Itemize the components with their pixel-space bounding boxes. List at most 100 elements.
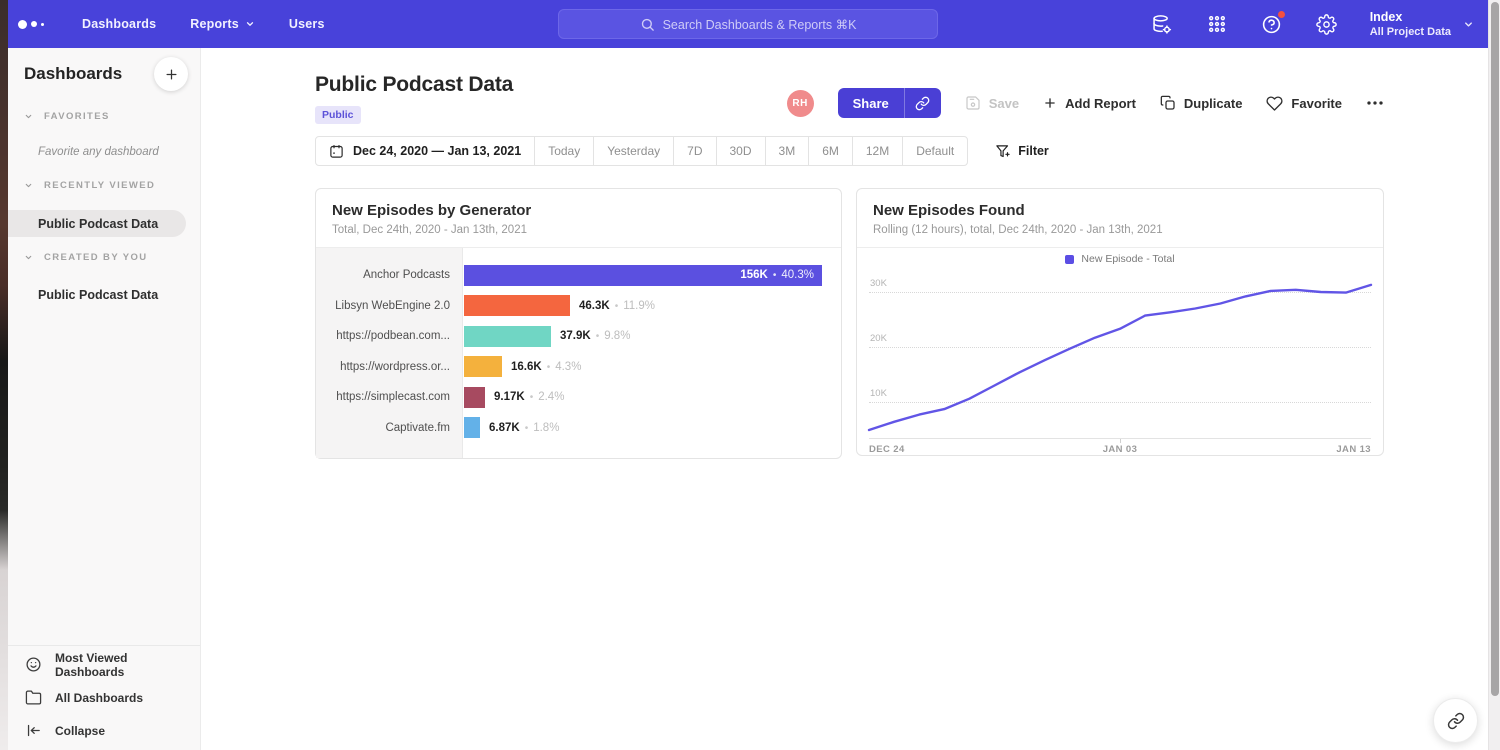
date-range-picker[interactable]: Dec 24, 2020 — Jan 13, 2021 [315,136,535,166]
sidebar: Dashboards FAVORITES Favorite any dashbo… [8,48,201,750]
preset-6m[interactable]: 6M [808,136,853,166]
sidebar-section-recently-viewed[interactable]: RECENTLY VIEWED [24,180,155,191]
bar[interactable] [464,417,480,438]
chevron-down-icon [24,181,33,190]
line-chart-card: New Episodes Found Rolling (12 hours), t… [856,188,1384,456]
share-label: Share [838,88,904,118]
chevron-down-icon [24,253,33,262]
chevron-down-icon [1463,19,1474,30]
topbar-actions: Index All Project Data [1144,6,1474,42]
section-label: CREATED BY YOU [44,252,148,263]
bar-category-label: https://podbean.com... [316,330,463,342]
main-content: Public Podcast Data Public RH Share Save… [201,48,1488,750]
page-title: Public Podcast Data [315,73,513,97]
line-chart: New Episode - Total 30K 20K 10K DEC 24 J… [857,248,1383,455]
most-viewed-dashboards-button[interactable]: Most Viewed Dashboards [8,648,200,681]
collapse-sidebar-button[interactable]: Collapse [8,714,200,747]
bar[interactable] [464,387,485,408]
data-sources-icon[interactable] [1144,6,1180,42]
bar-category-label: Captivate.fm [316,422,463,434]
header-actions: RH Share Save Add Report Duplicate [787,88,1384,118]
bar[interactable] [464,356,502,377]
search-icon [640,17,655,32]
preset-30d[interactable]: 30D [716,136,766,166]
bar-category-label: Libsyn WebEngine 2.0 [316,300,463,312]
footer-item-label: Collapse [55,724,105,738]
section-label: FAVORITES [44,111,110,122]
trend-line-svg [869,273,1371,439]
sidebar-section-favorites[interactable]: FAVORITES [24,111,110,122]
save-icon [965,95,981,111]
preset-yesterday[interactable]: Yesterday [593,136,674,166]
folder-icon [25,689,42,706]
scrollbar-track[interactable] [1488,0,1500,750]
help-icon[interactable] [1254,6,1290,42]
share-button[interactable]: Share [838,88,941,118]
app-logo-icon[interactable] [18,20,58,29]
chart-subtitle: Total, Dec 24th, 2020 - Jan 13th, 2021 [332,224,825,236]
bar-row: Libsyn WebEngine 2.0 46.3K11.9% [316,291,841,322]
workspace-switcher[interactable]: Index All Project Data [1370,10,1474,39]
all-dashboards-button[interactable]: All Dashboards [8,681,200,714]
workspace-name: Index [1370,10,1451,25]
duplicate-icon [1160,95,1176,111]
bar-row: Captivate.fm 6.87K1.8% [316,413,841,444]
nav-users-label: Users [289,17,325,31]
add-dashboard-button[interactable] [154,57,188,91]
top-nav: Dashboards Reports Users [82,17,325,31]
bar-category-label: https://wordpress.or... [316,361,463,373]
section-label: RECENTLY VIEWED [44,180,155,191]
sidebar-item-label: Public Podcast Data [38,217,158,231]
settings-gear-icon[interactable] [1309,6,1345,42]
preset-default[interactable]: Default [902,136,968,166]
share-link-button[interactable] [905,88,941,118]
preset-12m[interactable]: 12M [852,136,903,166]
save-button[interactable]: Save [965,95,1019,111]
scrollbar-thumb[interactable] [1491,2,1499,696]
duplicate-button[interactable]: Duplicate [1160,95,1243,111]
bar[interactable] [464,326,551,347]
bar-row: Anchor Podcasts 156K40.3% [316,260,841,291]
notification-badge [1277,10,1286,19]
filter-funnel-icon [995,144,1010,159]
nav-reports[interactable]: Reports [190,17,255,31]
favorite-button[interactable]: Favorite [1266,95,1342,112]
apps-grid-icon[interactable] [1199,6,1235,42]
link-icon [915,96,930,111]
preset-3m[interactable]: 3M [765,136,810,166]
trend-line [869,285,1371,430]
more-dots-icon [1366,94,1384,112]
bar-row: https://podbean.com... 37.9K9.8% [316,321,841,352]
search-placeholder: Search Dashboards & Reports ⌘K [663,17,857,32]
bar-category-label: https://simplecast.com [316,391,463,403]
footer-item-label: All Dashboards [55,691,143,705]
more-options-button[interactable] [1366,94,1384,112]
preset-7d[interactable]: 7D [673,136,716,166]
sidebar-item-public-podcast-data-selected[interactable]: Public Podcast Data [8,210,186,237]
legend-swatch [1065,255,1074,264]
filter-button[interactable]: Filter [995,136,1049,166]
link-icon [1447,712,1465,730]
nav-reports-label: Reports [190,17,239,31]
nav-dashboards-label: Dashboards [82,17,156,31]
date-controls: Dec 24, 2020 — Jan 13, 2021 Today Yester… [315,136,1049,166]
nav-dashboards[interactable]: Dashboards [82,17,156,31]
nav-users[interactable]: Users [289,17,325,31]
save-label: Save [989,96,1019,111]
sidebar-section-created-by-you[interactable]: CREATED BY YOU [24,252,148,263]
add-report-label: Add Report [1065,96,1136,111]
sidebar-title: Dashboards [24,64,122,84]
search-input[interactable]: Search Dashboards & Reports ⌘K [558,9,938,39]
calendar-icon [329,144,344,159]
bar[interactable] [464,295,570,316]
avatar[interactable]: RH [787,90,814,117]
chevron-down-icon [24,112,33,121]
bar-chart-card: New Episodes by Generator Total, Dec 24t… [315,188,842,459]
floating-link-button[interactable] [1433,698,1478,743]
sidebar-item-public-podcast-data[interactable]: Public Podcast Data [38,288,158,302]
plus-icon [1043,96,1057,110]
preset-today[interactable]: Today [534,136,594,166]
bar[interactable]: 156K40.3% [464,265,822,286]
add-report-button[interactable]: Add Report [1043,96,1136,111]
workspace-scope: All Project Data [1370,25,1451,39]
